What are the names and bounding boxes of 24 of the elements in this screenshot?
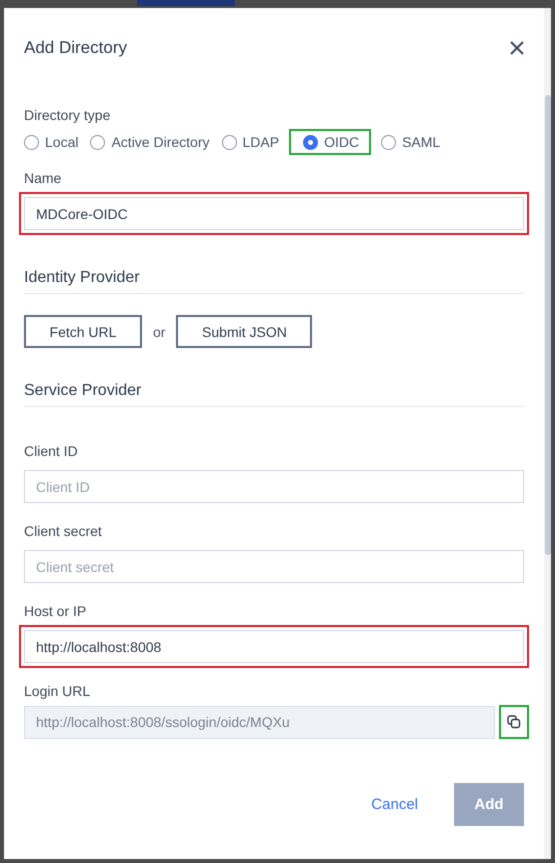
input-field[interactable]: http://localhost:8008 <box>24 630 524 663</box>
login-url-field: http://localhost:8008/ssologin/oidc/MQXu <box>24 706 495 738</box>
radio-option[interactable]: LDAP <box>222 134 280 150</box>
section-heading: Service Provider <box>24 382 142 400</box>
copy-button[interactable] <box>499 705 529 739</box>
radio-option[interactable]: SAML <box>381 134 440 150</box>
submit-json-button[interactable]: Submit JSON <box>176 315 312 348</box>
field-label: Directory type <box>24 107 110 123</box>
field-label: Host or IP <box>24 603 86 619</box>
or-text: or <box>153 324 166 340</box>
radio-option[interactable]: Active Directory <box>90 134 210 150</box>
name-field[interactable]: MDCore-OIDC <box>24 197 524 230</box>
section-heading: Identity Provider <box>24 269 140 287</box>
radio-option[interactable]: Local <box>24 134 78 150</box>
field-label: Name <box>24 170 62 186</box>
field-label: Client ID <box>24 443 78 459</box>
dialog-title: Add Directory <box>24 38 127 58</box>
field-label: Client secret <box>24 523 102 539</box>
fetch-url-button[interactable]: Fetch URL <box>24 315 142 348</box>
copy-icon <box>507 715 521 729</box>
cancel-button[interactable]: Cancel <box>371 796 418 813</box>
close-icon[interactable] <box>510 41 524 55</box>
field-label: Login URL <box>24 683 90 699</box>
radio-option[interactable]: OIDC <box>303 134 360 150</box>
